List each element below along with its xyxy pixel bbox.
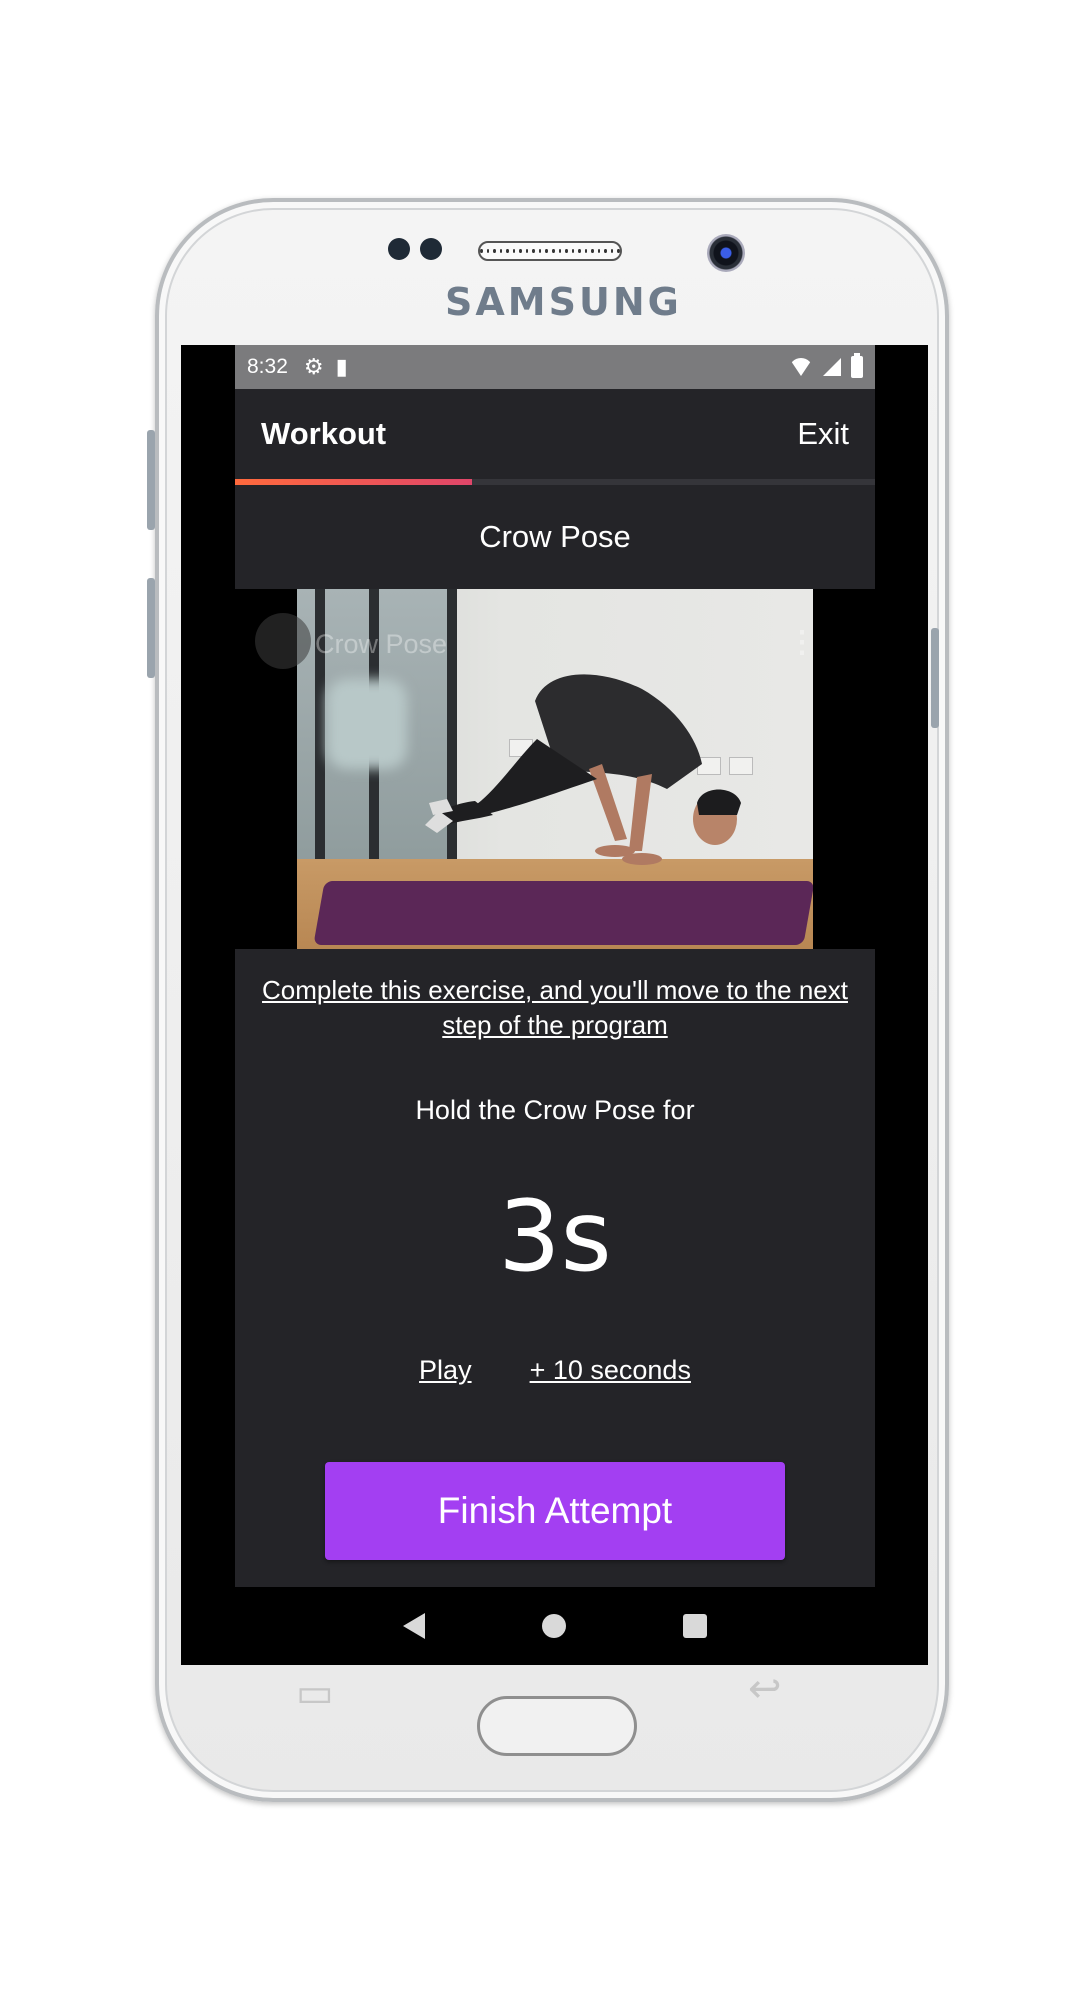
sd-card-icon: ▮ — [335, 354, 348, 379]
recent-apps-hw-icon: ▭ — [296, 1670, 334, 1716]
timer-controls: Play + 10 seconds — [235, 1355, 875, 1386]
volume-up-button — [147, 430, 155, 530]
power-button — [931, 628, 939, 728]
android-nav-bar — [235, 1587, 875, 1665]
channel-logo-icon — [255, 613, 311, 669]
hold-timer: 3s — [498, 1180, 612, 1294]
volume-down-button — [147, 578, 155, 678]
status-bar: 8:32 ⚙ ▮ — [235, 345, 875, 389]
nav-recents-icon[interactable] — [682, 1614, 707, 1638]
hold-instruction: Hold the Crow Pose for — [415, 1095, 695, 1125]
workout-screen: 8:32 ⚙ ▮ Workout Exit Crow Pose Crow Pos… — [235, 345, 875, 1587]
screen: 8:32 ⚙ ▮ Workout Exit Crow Pose Crow Pos… — [181, 345, 928, 1665]
app-bar: Workout Exit — [235, 389, 875, 479]
more-vert-icon[interactable]: ⋮ — [787, 625, 817, 660]
play-button[interactable]: Play — [419, 1355, 472, 1386]
brand-logo: SAMSUNG — [445, 280, 682, 324]
exercise-video[interactable]: Crow Pose ⋮ — [235, 589, 875, 949]
front-camera-icon — [707, 234, 745, 272]
home-hardware-button[interactable] — [477, 1696, 637, 1756]
back-hw-icon: ↩ — [748, 1666, 782, 1712]
exercise-title: Crow Pose — [479, 519, 631, 554]
finish-attempt-button[interactable]: Finish Attempt — [325, 1462, 785, 1560]
nav-back-icon[interactable] — [403, 1613, 426, 1639]
page-title: Workout — [261, 416, 387, 451]
gear-icon: ⚙ — [303, 354, 324, 379]
video-overlay-title: Crow Pose — [315, 629, 448, 659]
add-ten-seconds-button[interactable]: + 10 seconds — [530, 1355, 691, 1386]
earpiece-speaker — [478, 241, 622, 261]
nav-home-icon[interactable] — [541, 1614, 566, 1638]
program-hint-link[interactable]: Complete this exercise, and you'll move … — [255, 973, 855, 1043]
wifi-icon — [789, 358, 813, 376]
status-time: 8:32 — [247, 355, 288, 378]
sensor-dot-icon — [388, 238, 410, 260]
sensor-dot-icon — [420, 238, 442, 260]
signal-icon — [823, 358, 841, 376]
battery-icon — [851, 353, 863, 378]
exit-button[interactable]: Exit — [797, 416, 849, 452]
